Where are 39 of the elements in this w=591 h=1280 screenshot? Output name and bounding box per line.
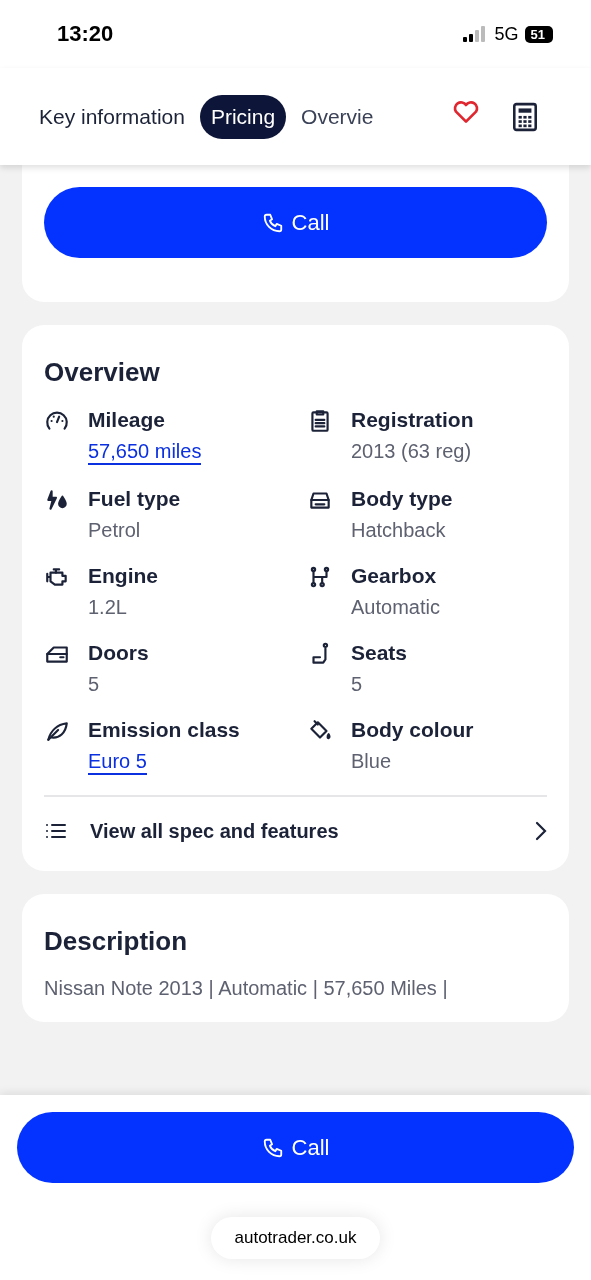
network-label: 5G xyxy=(494,23,519,45)
call-button[interactable]: Call xyxy=(44,187,547,258)
phone-icon xyxy=(261,211,284,234)
spec-label: Gearbox xyxy=(351,564,438,588)
view-all-link[interactable]: View all spec and features xyxy=(90,819,513,843)
spec-link[interactable]: Euro 5 xyxy=(88,750,147,775)
spec-label: Engine xyxy=(88,564,158,588)
clock: 13:20 xyxy=(57,21,114,47)
section-tab[interactable]: Pricing xyxy=(199,94,287,139)
spec-value: 5 xyxy=(351,673,364,696)
spec-label: Body type xyxy=(351,487,453,511)
spec-label: Doors xyxy=(88,641,149,665)
battery-icon: 51 xyxy=(524,25,553,43)
spec-value: Hatchback xyxy=(351,519,447,542)
spec-link[interactable]: 57,650 miles xyxy=(88,440,202,465)
spec-label: Seats xyxy=(351,641,408,665)
calculator-icon[interactable] xyxy=(512,101,538,132)
section-tab[interactable]: Overvie xyxy=(290,94,385,139)
spec-value: 2013 (63 reg) xyxy=(351,440,473,463)
section-tab[interactable]: Key information xyxy=(28,94,196,139)
spec-label: Body colour xyxy=(351,718,474,742)
spec-label: Mileage xyxy=(88,408,167,432)
view-all-row[interactable]: View all spec and features xyxy=(44,795,547,849)
spec-label: Emission class xyxy=(88,718,240,742)
spec-value: Blue xyxy=(351,750,393,773)
spec-label: Fuel type xyxy=(88,487,181,511)
phone-icon xyxy=(261,1136,284,1159)
description-text: Nissan Note 2013 | Automatic | 57,650 Miles | xyxy=(44,977,449,1000)
spec-value: Petrol xyxy=(88,519,142,542)
fuel-icon xyxy=(44,487,70,513)
spec-label: Registration xyxy=(351,408,474,432)
call-button[interactable]: Call xyxy=(17,1112,574,1183)
url-pill[interactable]: autotrader.co.uk xyxy=(210,1217,381,1259)
section-title: Overview xyxy=(44,357,161,388)
chevron-right-icon xyxy=(535,821,547,841)
spec-value: 5 xyxy=(88,673,101,696)
section-title: Description xyxy=(44,926,189,957)
spec-value: Automatic xyxy=(351,596,440,619)
spec-value: 1.2L xyxy=(88,596,128,619)
